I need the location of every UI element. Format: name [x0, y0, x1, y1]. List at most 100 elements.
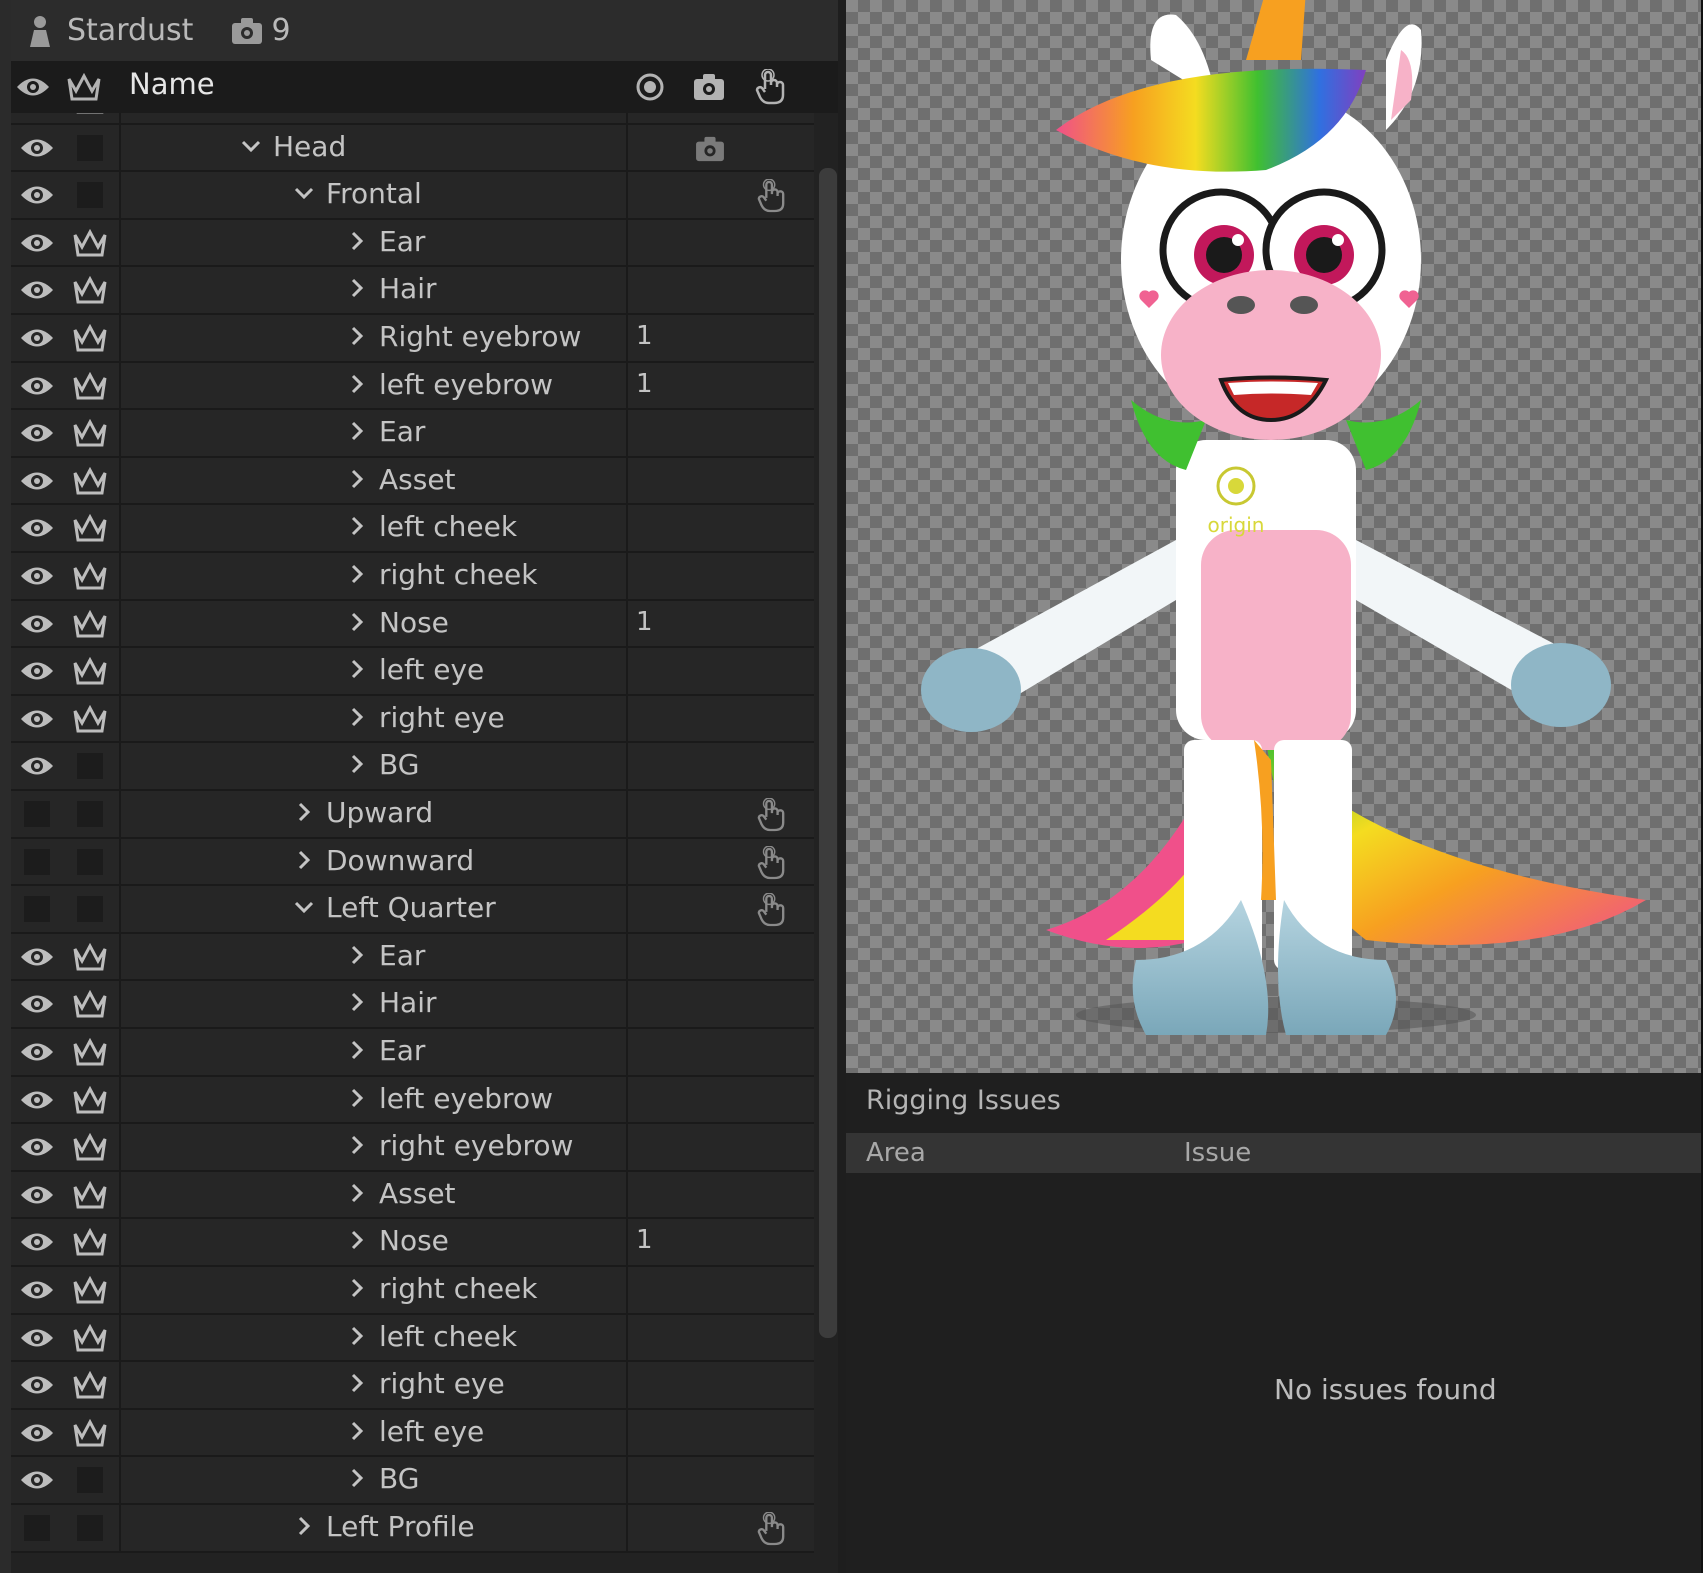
- crown-column-icon[interactable]: [66, 69, 102, 105]
- eye-icon[interactable]: [13, 698, 60, 740]
- layer-row[interactable]: Upward: [11, 791, 814, 839]
- crown-icon[interactable]: [66, 460, 114, 502]
- eye-icon[interactable]: [13, 507, 60, 549]
- eye-column-icon[interactable]: [15, 69, 51, 105]
- crown-icon[interactable]: [66, 222, 114, 264]
- layer-label[interactable]: left eye: [379, 1415, 484, 1448]
- crown-icon[interactable]: [66, 603, 114, 645]
- crown-icon[interactable]: [66, 650, 114, 692]
- chevron-right-icon[interactable]: [346, 515, 368, 537]
- layer-label[interactable]: left cheek: [379, 1320, 517, 1353]
- chevron-right-icon[interactable]: [346, 1229, 368, 1251]
- chevron-right-icon[interactable]: [346, 1134, 368, 1156]
- layer-row[interactable]: Nose 1: [11, 1219, 814, 1267]
- eye-icon[interactable]: [13, 650, 60, 692]
- eye-icon[interactable]: [13, 936, 60, 978]
- eye-icon[interactable]: [13, 1174, 60, 1216]
- chevron-right-icon[interactable]: [346, 1467, 368, 1489]
- chevron-right-icon[interactable]: [346, 611, 368, 633]
- layer-row[interactable]: right eye: [11, 695, 814, 744]
- crown-icon[interactable]: [66, 983, 114, 1025]
- layer-label[interactable]: UNICORN: [220, 113, 352, 115]
- chevron-right-icon[interactable]: [346, 420, 368, 442]
- layer-row[interactable]: left eyebrow 1: [11, 362, 814, 411]
- crown-icon[interactable]: [66, 698, 114, 740]
- layer-row[interactable]: Asset: [11, 457, 814, 506]
- chevron-right-icon[interactable]: [346, 1182, 368, 1204]
- layer-label[interactable]: Ear: [379, 225, 425, 258]
- layer-label[interactable]: Hair: [379, 986, 437, 1019]
- layer-label[interactable]: Downward: [326, 844, 474, 877]
- layer-row[interactable]: Downward: [11, 838, 814, 887]
- layer-label[interactable]: left eyebrow: [379, 368, 553, 401]
- crown-icon[interactable]: [66, 555, 114, 597]
- camera-icon[interactable]: [691, 129, 729, 169]
- chevron-right-icon[interactable]: [346, 1087, 368, 1109]
- hand-icon[interactable]: [752, 795, 790, 835]
- chevron-right-icon[interactable]: [293, 1515, 315, 1537]
- layer-label[interactable]: Head: [273, 130, 346, 163]
- eye-icon[interactable]: [13, 1221, 60, 1263]
- layer-row[interactable]: BG: [11, 1457, 814, 1505]
- chevron-right-icon[interactable]: [346, 991, 368, 1013]
- layer-row[interactable]: Frontal: [11, 172, 814, 220]
- eye-icon[interactable]: [13, 983, 60, 1025]
- eye-icon[interactable]: [13, 365, 60, 407]
- chevron-right-icon[interactable]: [346, 1325, 368, 1347]
- visibility-toggle-off[interactable]: [13, 841, 60, 883]
- layer-label[interactable]: Left Quarter: [326, 891, 496, 924]
- crown-icon[interactable]: [66, 1126, 114, 1168]
- layer-label[interactable]: Ear: [379, 939, 425, 972]
- layer-row[interactable]: Ear: [11, 1029, 814, 1077]
- crown-icon[interactable]: [66, 1221, 114, 1263]
- hand-icon[interactable]: [752, 890, 790, 930]
- chevron-right-icon[interactable]: [346, 325, 368, 347]
- layer-row[interactable]: Asset: [11, 1171, 814, 1220]
- eye-icon[interactable]: [13, 1412, 60, 1454]
- layer-row[interactable]: right cheek: [11, 553, 814, 601]
- hand-icon[interactable]: [752, 1509, 790, 1549]
- eye-icon[interactable]: [13, 317, 60, 359]
- layer-row[interactable]: right eyebrow: [11, 1124, 814, 1172]
- eye-icon[interactable]: [13, 1459, 60, 1501]
- chevron-right-icon[interactable]: [346, 753, 368, 775]
- independent-toggle-off[interactable]: [66, 745, 114, 787]
- layer-row[interactable]: left eyebrow: [11, 1076, 814, 1125]
- layer-row[interactable]: left eye: [11, 648, 814, 696]
- layer-label[interactable]: Nose: [379, 1224, 449, 1257]
- crown-icon[interactable]: [66, 1079, 114, 1121]
- chevron-right-icon[interactable]: [346, 373, 368, 395]
- independent-toggle-off[interactable]: [66, 888, 114, 930]
- layer-row[interactable]: Ear: [11, 933, 814, 982]
- eye-icon[interactable]: [13, 174, 60, 216]
- chevron-right-icon[interactable]: [346, 658, 368, 680]
- chevron-right-icon[interactable]: [346, 563, 368, 585]
- layer-row[interactable]: left cheek: [11, 1314, 814, 1363]
- independent-toggle-off[interactable]: [66, 174, 114, 216]
- crown-icon[interactable]: [66, 365, 114, 407]
- layer-row[interactable]: Left Quarter: [11, 886, 814, 934]
- chevron-right-icon[interactable]: [346, 230, 368, 252]
- eye-icon[interactable]: [13, 1364, 60, 1406]
- eye-icon[interactable]: [13, 222, 60, 264]
- layer-label[interactable]: Ear: [379, 415, 425, 448]
- layer-label[interactable]: Asset: [379, 1177, 456, 1210]
- crown-icon[interactable]: [66, 507, 114, 549]
- crown-icon[interactable]: [66, 1174, 114, 1216]
- independent-toggle-off[interactable]: [66, 793, 114, 835]
- layer-label[interactable]: Upward: [326, 796, 433, 829]
- chevron-right-icon[interactable]: [346, 706, 368, 728]
- layer-label[interactable]: left eyebrow: [379, 1082, 553, 1115]
- layer-row[interactable]: left eye: [11, 1409, 814, 1458]
- layer-label[interactable]: Hair: [379, 272, 437, 305]
- eye-icon[interactable]: [13, 1269, 60, 1311]
- target-column-icon[interactable]: [632, 69, 668, 105]
- eye-icon[interactable]: [13, 127, 60, 169]
- layer-row[interactable]: UNICORN: [11, 113, 814, 125]
- independent-toggle-off[interactable]: [66, 1459, 114, 1501]
- layer-label[interactable]: right eye: [379, 701, 505, 734]
- layer-label[interactable]: Left Profile: [326, 1510, 475, 1543]
- layer-row[interactable]: left cheek: [11, 505, 814, 553]
- layer-label[interactable]: Asset: [379, 463, 456, 496]
- layer-row[interactable]: Left Profile: [11, 1505, 814, 1553]
